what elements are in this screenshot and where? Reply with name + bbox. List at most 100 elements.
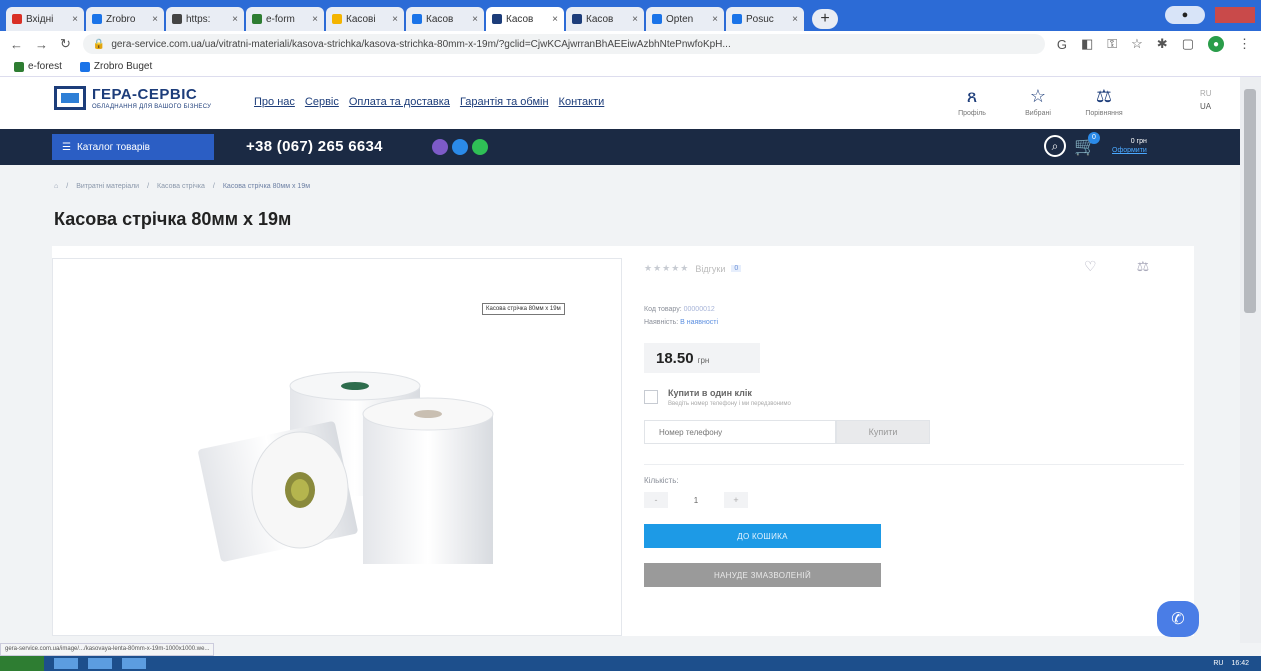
page-scrollbar[interactable] [1240, 77, 1261, 643]
quantity-increase-button[interactable]: + [724, 492, 748, 508]
bookmark-item[interactable]: Zrobro Buget [79, 61, 153, 72]
browser-tab[interactable]: Касов × [566, 7, 644, 31]
breadcrumb-item[interactable]: Касова стрічка [157, 183, 205, 190]
extension-icon[interactable]: ◧ [1081, 36, 1093, 52]
lang-ua[interactable]: UA [1200, 102, 1212, 111]
taskbar-item[interactable] [88, 658, 112, 669]
whatsapp-icon[interactable] [472, 139, 488, 155]
tab-close-icon[interactable]: × [632, 14, 638, 25]
search-engine-icon[interactable]: G [1057, 37, 1067, 52]
favorites-link[interactable]: ☆ Вибрані [1014, 86, 1062, 117]
browser-tab[interactable]: https: × [166, 7, 244, 31]
window-close-button[interactable] [1215, 7, 1255, 23]
availability-label: Наявність: [644, 319, 679, 326]
scroll-thumb[interactable] [1244, 89, 1256, 313]
key-icon[interactable]: ⚿ [1107, 36, 1117, 52]
tab-close-icon[interactable]: × [712, 14, 718, 25]
checkout-link[interactable]: Оформити [1112, 147, 1147, 154]
new-tab-button[interactable]: + [812, 9, 838, 29]
reload-icon[interactable]: ↻ [60, 36, 71, 52]
profile-link[interactable]: ጸ Профіль [948, 86, 996, 117]
compare-button[interactable]: НАНУДЕ ЗМАЗВОЛЕНІЙ [644, 563, 881, 587]
menu-icon[interactable]: ⋮ [1238, 36, 1251, 52]
tray-lang[interactable]: RU [1213, 660, 1223, 667]
browser-tab[interactable]: Касов × [406, 7, 484, 31]
phone-number[interactable]: +38 (067) 265 6634 [246, 138, 383, 155]
favorites-label: Вибрані [1025, 110, 1051, 117]
site-logo[interactable]: ГЕРА-СЕРВІС ОБЛАДНАННЯ ДЛЯ ВАШОГО БІЗНЕС… [54, 86, 211, 110]
breadcrumb-item[interactable]: Витратні матеріали [76, 183, 139, 190]
cart-badge: 0 [1088, 131, 1100, 144]
add-to-cart-button[interactable]: ДО КОШИКА [644, 524, 881, 548]
taskbar-item[interactable] [122, 658, 146, 669]
tab-close-icon[interactable]: × [232, 14, 238, 25]
tab-close-icon[interactable]: × [392, 14, 398, 25]
taskbar-item[interactable] [54, 658, 78, 669]
viber-icon[interactable] [432, 139, 448, 155]
browser-tab[interactable]: Касові × [326, 7, 404, 31]
catalog-label: Каталог товарів [76, 141, 150, 153]
browser-tab[interactable]: Касов × [486, 7, 564, 31]
nav-payment-delivery[interactable]: Оплата та доставка [349, 96, 450, 108]
one-click-checkbox[interactable] [644, 390, 658, 404]
phone-input[interactable] [644, 420, 836, 444]
buy-button[interactable]: Купити [836, 420, 930, 444]
compare-icon[interactable]: ⚖ [1137, 258, 1150, 275]
nav-about[interactable]: Про нас [254, 96, 295, 108]
catalog-bar: ☰ Каталог товарів +38 (067) 265 6634 ⌕ 🛒… [0, 129, 1240, 165]
breadcrumb-separator: / [147, 183, 150, 190]
tab-close-icon[interactable]: × [792, 14, 798, 25]
quantity-value[interactable]: 1 [674, 496, 718, 505]
url-field[interactable]: 🔒 gera-service.com.ua/ua/vitratni-materi… [82, 34, 1045, 54]
scales-icon: ⚖ [1095, 86, 1113, 106]
callback-button[interactable]: ✆ [1157, 601, 1199, 637]
cart-icon[interactable]: 🛒 0 [1074, 131, 1104, 157]
browser-tab[interactable]: Вхідні × [6, 7, 84, 31]
forward-icon[interactable]: → [35, 37, 48, 52]
bookmarks-bar: e-forest Zrobro Buget [0, 57, 1261, 77]
rating-stars[interactable]: ★★★★★ [644, 263, 689, 274]
reviews-label[interactable]: Відгуки [695, 264, 725, 274]
tab-favicon-icon [172, 14, 182, 24]
tab-close-icon[interactable]: × [312, 14, 318, 25]
tab-close-icon[interactable]: × [472, 14, 478, 25]
tray-clock[interactable]: 16:42 [1231, 660, 1249, 667]
catalog-button[interactable]: ☰ Каталог товарів [52, 134, 214, 160]
currency: грн [697, 355, 710, 365]
telegram-icon[interactable] [452, 139, 468, 155]
start-button[interactable] [0, 656, 44, 671]
window-controls: ● [1165, 6, 1255, 24]
nav-warranty[interactable]: Гарантія та обмін [460, 96, 549, 108]
product-gallery[interactable]: Касова стрічка 80мм х 19м [52, 258, 622, 636]
browser-tab[interactable]: Zrobro × [86, 7, 164, 31]
nav-service[interactable]: Сервіс [305, 96, 339, 108]
puzzle-icon[interactable]: ✱ [1157, 36, 1168, 52]
browser-tab[interactable]: Opten × [646, 7, 724, 31]
search-icon[interactable]: ⌕ [1044, 135, 1066, 157]
bookmark-item[interactable]: e-forest [14, 61, 62, 72]
code-label: Код товару: [644, 306, 682, 313]
account-icon[interactable]: ● [1208, 36, 1224, 52]
compare-link[interactable]: ⚖ Порівняння [1080, 86, 1128, 117]
profile-icon[interactable]: ● [1165, 6, 1205, 24]
heart-icon[interactable]: ♡ [1084, 258, 1097, 275]
status-url: gera-service.com.ua/image/.../kasovaya-l… [0, 643, 215, 656]
browser-tab[interactable]: Posuc × [726, 7, 804, 31]
price-box: 18.50 грн [644, 343, 760, 373]
one-click-buy: Купити в один клік Введіть номер телефон… [644, 388, 791, 407]
nav-contacts[interactable]: Контакти [559, 96, 605, 108]
browser-tab[interactable]: e-form × [246, 7, 324, 31]
bookmark-label: Zrobro Buget [93, 61, 153, 72]
star-icon[interactable]: ☆ [1131, 36, 1143, 52]
tab-close-icon[interactable]: × [152, 14, 158, 25]
back-icon[interactable]: ← [10, 37, 23, 52]
sidebar-icon[interactable]: ▢ [1182, 36, 1194, 52]
tab-close-icon[interactable]: × [72, 14, 78, 25]
tab-close-icon[interactable]: × [552, 14, 558, 25]
lang-ru[interactable]: RU [1200, 89, 1212, 98]
home-icon[interactable]: ⌂ [54, 183, 58, 190]
browser-address-bar: ← → ↻ 🔒 gera-service.com.ua/ua/vitratni-… [0, 31, 1261, 57]
product-info: ★★★★★ Відгуки 0 ♡ ⚖ Код товару: 00000012… [644, 246, 1184, 636]
logo-subtitle: ОБЛАДНАННЯ ДЛЯ ВАШОГО БІЗНЕСУ [92, 104, 212, 110]
quantity-decrease-button[interactable]: - [644, 492, 668, 508]
